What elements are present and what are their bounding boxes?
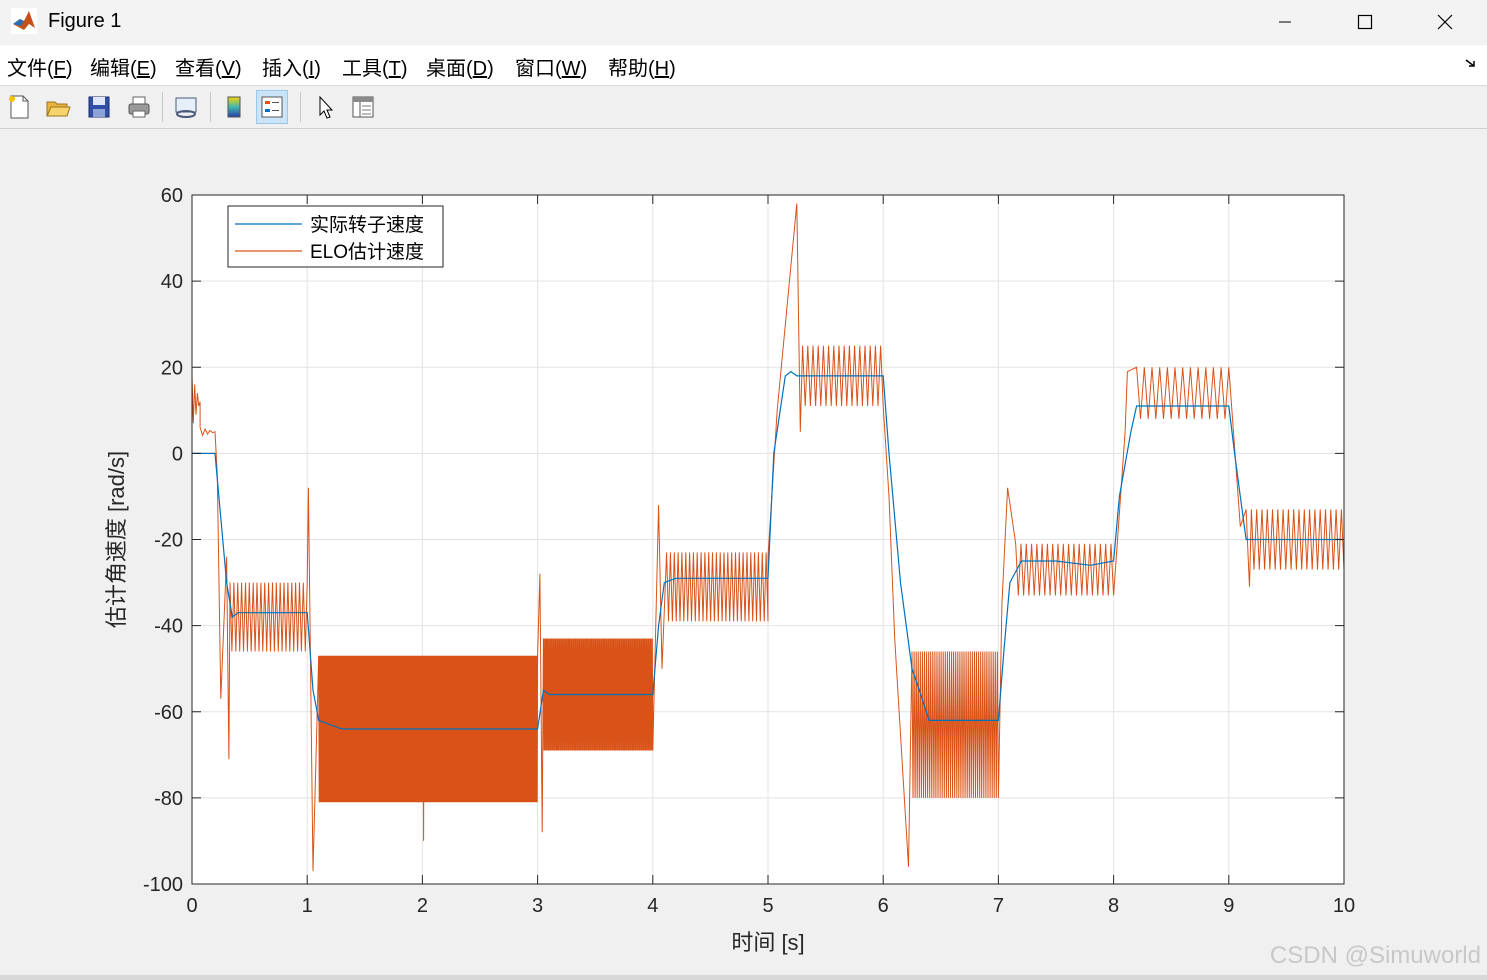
y-tick-label: 0 — [172, 443, 183, 465]
y-tick-label: -20 — [154, 530, 183, 552]
menu-window[interactable]: 窗口(W) — [515, 52, 587, 81]
y-tick-label: 40 — [161, 271, 183, 293]
x-axis-label: 时间 [s] — [731, 930, 804, 955]
y-tick-label: 60 — [161, 185, 183, 207]
x-tick-label: 0 — [186, 895, 197, 917]
y-tick-label: 20 — [161, 357, 183, 379]
print-icon[interactable] — [123, 90, 155, 124]
x-tick-label: 10 — [1333, 895, 1355, 917]
x-tick-label: 3 — [532, 895, 543, 917]
minimize-button[interactable] — [1245, 0, 1325, 44]
legend-icon[interactable] — [256, 90, 288, 124]
close-button[interactable] — [1405, 0, 1485, 44]
y-tick-label: -80 — [154, 788, 183, 810]
title-bar: Figure 1 — [0, 0, 1487, 44]
window-bottom-edge — [0, 975, 1487, 980]
toolbar-separator — [162, 92, 163, 122]
maximize-button[interactable] — [1325, 0, 1405, 44]
menu-file[interactable]: 文件(F) — [7, 52, 73, 81]
menu-insert[interactable]: 插入(I) — [262, 52, 321, 81]
x-tick-label: 7 — [993, 895, 1004, 917]
toolbar-separator — [300, 92, 301, 122]
x-tick-label: 8 — [1108, 895, 1119, 917]
legend-label: ELO估计速度 — [310, 241, 424, 263]
x-tick-label: 5 — [762, 895, 773, 917]
y-tick-label: -60 — [154, 702, 183, 724]
matlab-logo-icon — [11, 8, 37, 34]
property-inspector-icon[interactable] — [347, 90, 379, 124]
toolbar-separator — [210, 92, 211, 122]
pointer-icon[interactable] — [309, 90, 341, 124]
undock-arrow-icon[interactable] — [1463, 55, 1479, 71]
open-file-icon[interactable] — [42, 90, 74, 124]
x-tick-label: 2 — [417, 895, 428, 917]
plot-axes[interactable]: 0 1 2 3 4 5 6 7 8 9 10 60 40 20 0 -20 -40 -60 -80 -100 时间 [s… — [0, 129, 1487, 980]
x-tick-label: 6 — [878, 895, 889, 917]
legend-label: 实际转子速度 — [310, 214, 424, 236]
colorbar-icon[interactable] — [218, 90, 250, 124]
new-figure-icon[interactable] — [3, 90, 35, 124]
x-tick-label: 1 — [302, 895, 313, 917]
menu-bar: 文件(F) 编辑(E) 查看(V) 插入(I) 工具(T) 桌面(D) 窗口(W… — [0, 45, 1487, 86]
x-tick-label: 4 — [647, 895, 658, 917]
y-axis-label: 估计角速度 [rad/s] — [104, 451, 129, 628]
figure-canvas: 0 1 2 3 4 5 6 7 8 9 10 60 40 20 0 -20 -40 -60 -80 -100 时间 [s… — [0, 129, 1487, 980]
toolbar — [0, 86, 1487, 129]
link-plot-icon[interactable] — [170, 90, 202, 124]
menu-tools[interactable]: 工具(T) — [342, 52, 408, 81]
watermark: CSDN @Simuworld — [1269, 942, 1481, 969]
menu-edit[interactable]: 编辑(E) — [90, 52, 157, 81]
y-tick-label: -100 — [143, 874, 183, 896]
menu-desktop[interactable]: 桌面(D) — [426, 52, 494, 81]
y-tick-label: -40 — [154, 616, 183, 638]
save-icon[interactable] — [83, 90, 115, 124]
menu-help[interactable]: 帮助(H) — [608, 52, 676, 81]
menu-view[interactable]: 查看(V) — [175, 52, 242, 81]
x-tick-label: 9 — [1223, 895, 1234, 917]
window-title: Figure 1 — [48, 10, 122, 32]
